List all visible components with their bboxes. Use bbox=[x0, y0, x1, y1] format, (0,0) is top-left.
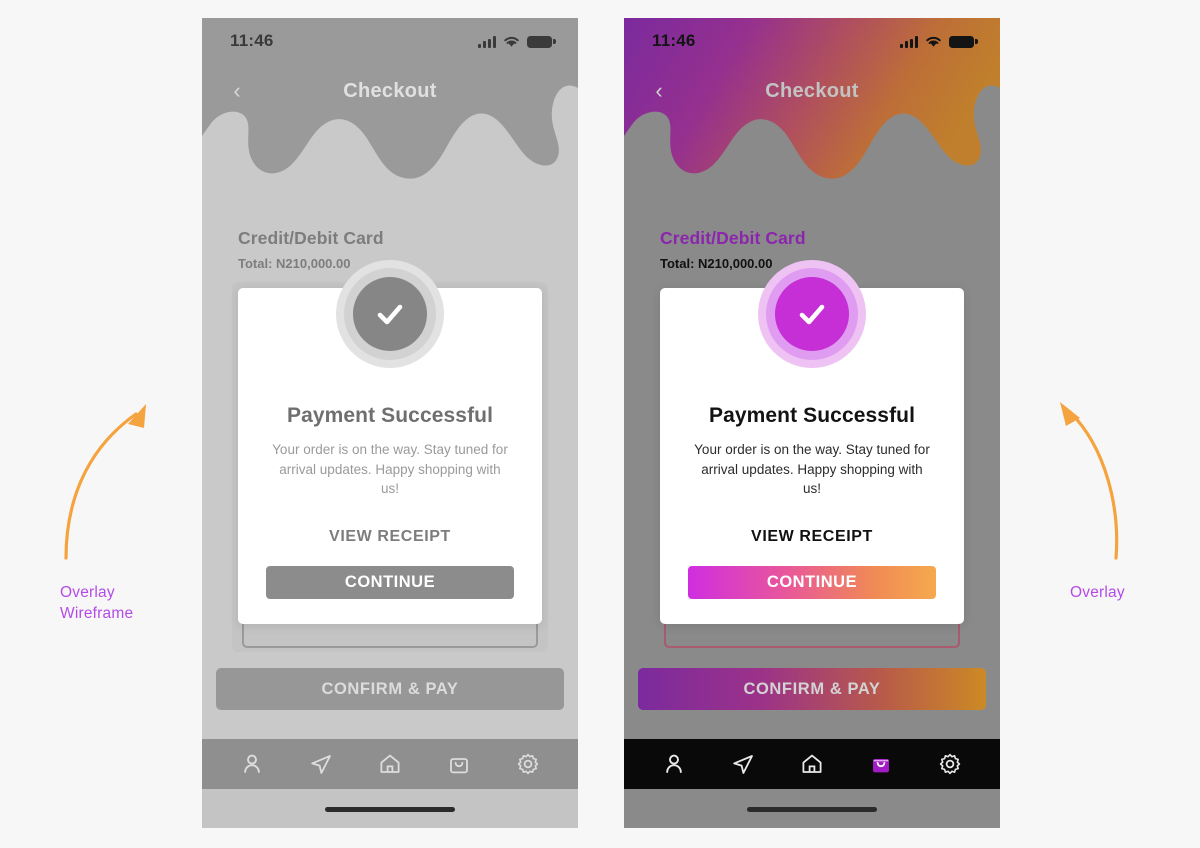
bottom-tab-bar bbox=[624, 739, 1000, 789]
tab-settings[interactable] bbox=[508, 747, 548, 781]
status-icon-group bbox=[478, 35, 556, 48]
tab-profile[interactable] bbox=[232, 747, 272, 781]
cellular-signal-icon bbox=[900, 35, 918, 48]
page-title: Checkout bbox=[343, 79, 437, 102]
tab-home[interactable] bbox=[370, 747, 410, 781]
confirm-and-pay-button[interactable]: CONFIRM & PAY bbox=[638, 668, 986, 710]
view-receipt-link[interactable]: VIEW RECEIPT bbox=[238, 528, 542, 546]
battery-icon bbox=[527, 35, 556, 48]
order-total: Total: N210,000.00 bbox=[238, 256, 351, 271]
home-indicator-area bbox=[202, 789, 578, 828]
home-icon bbox=[802, 754, 822, 773]
continue-button[interactable]: CONTINUE bbox=[266, 566, 514, 599]
battery-icon bbox=[949, 35, 978, 48]
curved-arrow-up-left-icon bbox=[1060, 402, 1119, 560]
app-screen-overlay: 11:46 ‹ Checkout Credit/Debit Card Total… bbox=[624, 18, 1000, 828]
payment-success-modal: Payment Successful Your order is on the … bbox=[660, 260, 964, 624]
modal-title: Payment Successful bbox=[286, 404, 494, 427]
gear-icon bbox=[939, 753, 960, 775]
status-clock: 11:46 bbox=[652, 31, 696, 50]
view-receipt-link[interactable]: VIEW RECEIPT bbox=[660, 528, 964, 546]
check-circle-icon bbox=[758, 260, 866, 368]
annotation-left: Overlay Wireframe bbox=[52, 388, 162, 624]
phone-mockup-wireframe: 11:46 ‹ Checkout Credit/Debit Card Total… bbox=[202, 18, 578, 828]
modal-message: Your order is on the way. Stay tuned for… bbox=[272, 442, 508, 496]
home-icon bbox=[380, 754, 400, 773]
confirm-and-pay-button[interactable]: CONFIRM & PAY bbox=[216, 668, 564, 710]
home-indicator-area bbox=[624, 789, 1000, 828]
tab-profile[interactable] bbox=[654, 747, 694, 781]
status-clock: 11:46 bbox=[230, 31, 274, 50]
tab-bag[interactable] bbox=[861, 747, 901, 781]
screen-body: Credit/Debit Card Total: N210,000.00 Pay… bbox=[216, 190, 564, 828]
cellular-signal-icon bbox=[478, 35, 496, 48]
tab-home[interactable] bbox=[792, 747, 832, 781]
phone-mockup-overlay: 11:46 ‹ Checkout Credit/Debit Card Total… bbox=[624, 18, 1000, 828]
tab-send[interactable] bbox=[301, 747, 341, 781]
badge-core bbox=[775, 277, 849, 351]
continue-button[interactable]: CONTINUE bbox=[688, 566, 936, 599]
badge-core bbox=[353, 277, 427, 351]
status-bar: 11:46 bbox=[202, 18, 578, 64]
check-circle-icon bbox=[336, 260, 444, 368]
wifi-icon bbox=[504, 36, 519, 47]
checkmark-icon bbox=[377, 304, 403, 325]
wifi-icon bbox=[926, 36, 941, 47]
shopping-bag-icon bbox=[872, 759, 889, 773]
annotation-right-text: Overlay bbox=[1070, 584, 1125, 601]
tab-settings[interactable] bbox=[930, 747, 970, 781]
order-total: Total: N210,000.00 bbox=[660, 256, 773, 271]
tab-send[interactable] bbox=[723, 747, 763, 781]
annotation-right: Overlay bbox=[1048, 388, 1158, 603]
payment-method-title: Credit/Debit Card bbox=[238, 228, 384, 248]
home-indicator[interactable] bbox=[325, 807, 455, 812]
shopping-bag-icon bbox=[449, 758, 468, 774]
payment-success-modal: Payment Successful Your order is on the … bbox=[238, 260, 542, 624]
paper-plane-icon bbox=[733, 755, 754, 774]
screenshot-canvas: 11:46 ‹ Checkout Credit/Debit Card Total… bbox=[0, 0, 1200, 848]
status-icon-group bbox=[900, 35, 978, 48]
page-title: Checkout bbox=[765, 79, 859, 102]
bottom-tab-bar bbox=[202, 739, 578, 789]
payment-method-title: Credit/Debit Card bbox=[660, 228, 806, 248]
annotation-left-text: Overlay Wireframe bbox=[60, 584, 134, 622]
gear-icon bbox=[517, 753, 538, 775]
home-indicator[interactable] bbox=[747, 807, 877, 812]
checkmark-icon bbox=[799, 304, 825, 325]
person-icon bbox=[666, 754, 683, 773]
person-icon bbox=[244, 754, 261, 773]
app-screen-wireframe: 11:46 ‹ Checkout Credit/Debit Card Total… bbox=[202, 18, 578, 828]
modal-message: Your order is on the way. Stay tuned for… bbox=[694, 442, 930, 496]
curved-arrow-up-right-icon bbox=[64, 404, 146, 560]
status-bar: 11:46 bbox=[624, 18, 1000, 64]
paper-plane-icon bbox=[311, 755, 332, 774]
tab-bag[interactable] bbox=[439, 747, 479, 781]
screen-body: Credit/Debit Card Total: N210,000.00 Pay… bbox=[638, 190, 986, 828]
modal-title: Payment Successful bbox=[708, 404, 916, 427]
